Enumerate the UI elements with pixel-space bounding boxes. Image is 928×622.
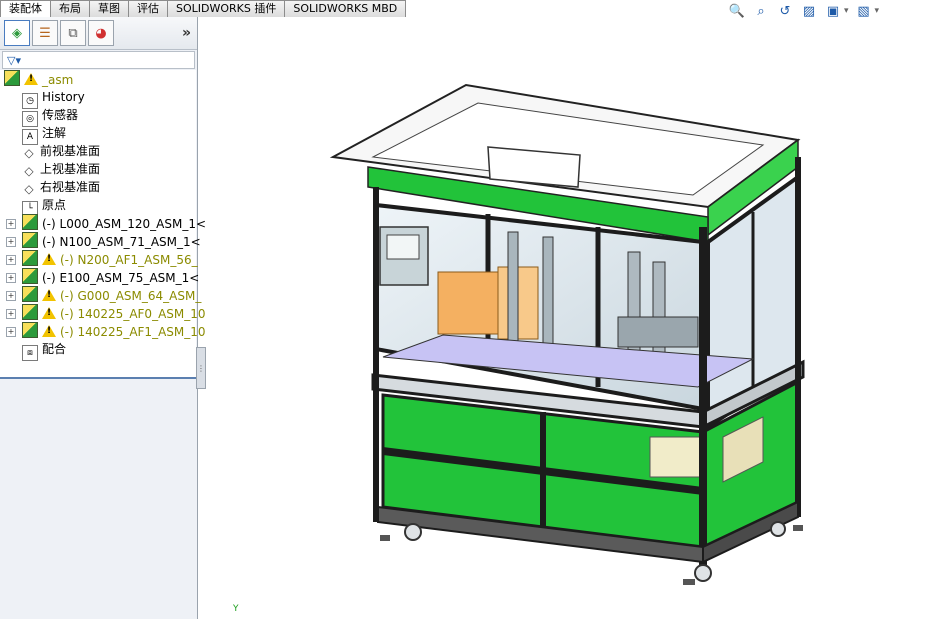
tree-item[interactable]: ◇ 上视基准面 bbox=[0, 160, 196, 178]
leveling-foot-3 bbox=[793, 525, 803, 531]
expand-toggle-icon[interactable]: + bbox=[6, 219, 16, 229]
tree-item[interactable]: + (-) L000_ASM_120_ASM_1< bbox=[0, 214, 206, 232]
caster-back-right bbox=[770, 521, 786, 537]
leveling-foot-2 bbox=[683, 579, 695, 585]
tree-item-label: 右视基准面 bbox=[40, 180, 101, 194]
plane-icon: ◇ bbox=[24, 164, 34, 178]
tab-solidworks-addins[interactable]: SOLIDWORKS 插件 bbox=[167, 0, 286, 17]
tree-item[interactable]: + (-) N200_AF1_ASM_56_ bbox=[0, 250, 198, 268]
tree-item[interactable]: ◇ 前视基准面 bbox=[0, 142, 196, 160]
expand-panel-button[interactable]: » bbox=[182, 25, 191, 41]
cream-box bbox=[649, 436, 706, 478]
tree-item[interactable]: ◇ 右视基准面 bbox=[0, 178, 196, 196]
tree-item-label: 上视基准面 bbox=[40, 162, 101, 176]
tree-item-label: 前视基准面 bbox=[40, 144, 101, 158]
command-manager-tabs: 装配体 布局 草图 评估 SOLIDWORKS 插件 SOLIDWORKS MB… bbox=[0, 0, 470, 18]
subassembly-icon bbox=[22, 232, 38, 248]
tree-root-label: _asm bbox=[42, 73, 74, 87]
orange-component bbox=[437, 271, 499, 335]
warning-icon bbox=[42, 307, 56, 319]
tree-item[interactable]: └ 原点 bbox=[0, 196, 196, 217]
subassembly-icon bbox=[22, 250, 38, 266]
tree-item[interactable]: ⧈ 配合 bbox=[0, 340, 196, 361]
tree-item-label: (-) 140225_AF1_ASM_10 bbox=[60, 325, 206, 339]
expand-toggle-icon[interactable]: + bbox=[6, 309, 16, 319]
tree-item[interactable]: + (-) E100_ASM_75_ASM_1< bbox=[0, 268, 200, 286]
leveling-foot-1 bbox=[380, 535, 390, 541]
tree-item-label: 传感器 bbox=[42, 108, 79, 122]
subassembly-icon bbox=[22, 304, 38, 320]
tree-item[interactable]: + (-) N100_ASM_71_ASM_1< bbox=[0, 232, 201, 250]
caster-front-right bbox=[694, 564, 712, 582]
display-style-dropdown-icon[interactable]: ▾ bbox=[875, 6, 880, 16]
expand-toggle-icon[interactable]: + bbox=[6, 255, 16, 265]
property-manager-tab-icon[interactable]: ☰ bbox=[32, 20, 58, 46]
tree-item[interactable]: + (-) 140225_AF0_ASM_10 bbox=[0, 304, 206, 322]
tree-item[interactable]: + (-) G000_ASM_64_ASM_ bbox=[0, 286, 201, 304]
tree-item-label: (-) E100_ASM_75_ASM_1< bbox=[42, 271, 200, 285]
view-orientation-dropdown-icon[interactable]: ▾ bbox=[844, 6, 849, 16]
tree-item[interactable]: ◷ History bbox=[0, 88, 196, 109]
warning-icon bbox=[42, 253, 56, 265]
hmi-screen bbox=[386, 234, 420, 260]
feature-manager-panel: ◈ ☰ ⧉ ◕ » ▽▾ _asm ◷History◎传感器A注解◇前视基准面◇… bbox=[0, 17, 206, 619]
mechanism-column-1 bbox=[507, 231, 519, 343]
tab-evaluate[interactable]: 评估 bbox=[128, 0, 168, 17]
warning-icon bbox=[24, 73, 38, 85]
plane-icon: ◇ bbox=[24, 146, 34, 160]
tree-item-label: (-) G000_ASM_64_ASM_ bbox=[60, 289, 202, 303]
machine-model bbox=[329, 83, 805, 585]
triad-axis-label: Y bbox=[233, 604, 239, 614]
tree-item[interactable]: A 注解 bbox=[0, 124, 196, 145]
caster-front-left bbox=[404, 523, 422, 541]
expand-toggle-icon[interactable]: + bbox=[6, 291, 16, 301]
filter-icon[interactable]: ▽▾ bbox=[7, 54, 21, 67]
feature-tree: _asm ◷History◎传感器A注解◇前视基准面◇上视基准面◇右视基准面└原… bbox=[0, 70, 206, 379]
plane-icon: ◇ bbox=[24, 182, 34, 196]
panel-tab-bar: ◈ ☰ ⧉ ◕ » bbox=[0, 17, 197, 50]
warning-icon bbox=[42, 289, 56, 301]
configuration-manager-tab-icon[interactable]: ⧉ bbox=[60, 20, 86, 46]
tree-item-label: 注解 bbox=[42, 126, 67, 140]
expand-toggle-icon[interactable]: + bbox=[6, 237, 16, 247]
tree-root[interactable]: _asm bbox=[0, 70, 196, 88]
warning-icon bbox=[42, 325, 56, 337]
expand-toggle-icon[interactable]: + bbox=[6, 273, 16, 283]
tree-item-label: (-) L000_ASM_120_ASM_1< bbox=[42, 217, 207, 231]
tree-item-label: (-) N200_AF1_ASM_56_ bbox=[60, 253, 198, 267]
reference-triad: Y bbox=[233, 604, 239, 614]
mates-icon: ⧈ bbox=[22, 345, 38, 361]
appearance-tab-icon[interactable]: ◕ bbox=[88, 20, 114, 46]
tree-item-label: 原点 bbox=[42, 198, 67, 212]
tree-item-label: (-) N100_ASM_71_ASM_1< bbox=[42, 235, 201, 249]
subassembly-icon bbox=[22, 286, 38, 302]
subassembly-icon bbox=[22, 322, 38, 338]
subassembly-icon bbox=[22, 214, 38, 230]
mechanism-column-2 bbox=[542, 236, 554, 348]
tree-item-label: 配合 bbox=[42, 342, 67, 356]
mechanism-block bbox=[617, 316, 699, 348]
graphics-area[interactable] bbox=[198, 17, 928, 619]
tab-assembly[interactable]: 装配体 bbox=[0, 0, 51, 18]
tree-items: ◷ History ◎ 传感器 A 注解 ◇ 前视基准面 ◇ 上视基准面 ◇ 右视基准面 └ 原点 + (-)… bbox=[0, 88, 206, 361]
expand-toggle-icon[interactable]: + bbox=[6, 327, 16, 337]
tree-filter[interactable]: ▽▾ bbox=[2, 51, 195, 69]
tab-layout[interactable]: 布局 bbox=[50, 0, 90, 17]
tree-item[interactable]: ◎ 传感器 bbox=[0, 106, 196, 127]
tab-solidworks-mbd[interactable]: SOLIDWORKS MBD bbox=[284, 0, 407, 17]
tree-item-label: (-) 140225_AF0_ASM_10 bbox=[60, 307, 206, 321]
assembly-icon bbox=[4, 70, 20, 86]
tree-item-label: History bbox=[42, 90, 85, 104]
subassembly-icon bbox=[22, 268, 38, 284]
tree-item[interactable]: + (-) 140225_AF1_ASM_10 bbox=[0, 322, 206, 340]
feature-manager-tab-icon[interactable]: ◈ bbox=[4, 20, 30, 46]
tab-sketch[interactable]: 草图 bbox=[89, 0, 129, 17]
